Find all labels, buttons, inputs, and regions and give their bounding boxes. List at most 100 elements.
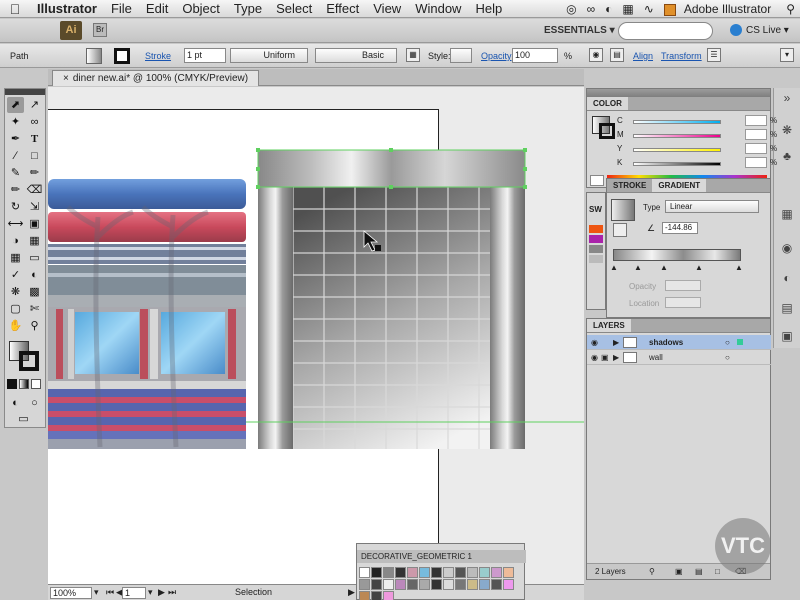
perspective-grid-tool-icon[interactable]: ▦ bbox=[26, 233, 43, 249]
color-stroke-proxy[interactable] bbox=[599, 123, 615, 139]
lasso-tool-icon[interactable]: ∞ bbox=[26, 114, 43, 130]
cyan-slider[interactable]: C% bbox=[617, 115, 777, 128]
menu-app[interactable]: Illustrator bbox=[30, 1, 104, 16]
close-tab-icon[interactable]: × bbox=[63, 73, 69, 84]
tab-gradient[interactable]: GRADIENT bbox=[652, 179, 707, 192]
target-circle-icon[interactable]: ○ bbox=[725, 350, 730, 365]
shape-builder-tool-icon[interactable]: ◑ bbox=[7, 233, 24, 249]
workspace-switcher[interactable]: ESSENTIALS ▾ bbox=[540, 22, 619, 40]
visibility-eye-icon[interactable]: ◉ bbox=[591, 335, 598, 350]
swatch[interactable] bbox=[383, 567, 394, 578]
control-panel-options-icon[interactable]: ▾ bbox=[780, 48, 794, 62]
swatch[interactable] bbox=[359, 579, 370, 590]
draw-normal-icon[interactable]: ◐ bbox=[7, 395, 24, 411]
yellow-slider[interactable]: Y% bbox=[617, 143, 777, 156]
expand-triangle-icon[interactable]: ▶ bbox=[613, 335, 619, 350]
transparency-panel-icon[interactable]: ◐ bbox=[779, 270, 795, 286]
style-options-icon[interactable]: ▦ bbox=[406, 48, 420, 62]
tab-color[interactable]: COLOR bbox=[587, 97, 628, 110]
zoom-field[interactable]: 100% bbox=[50, 587, 92, 599]
stop-opacity-field[interactable] bbox=[665, 280, 701, 291]
layer-name[interactable]: shadows bbox=[649, 335, 683, 350]
scale-tool-icon[interactable]: ⇲ bbox=[26, 199, 43, 215]
locate-object-icon[interactable]: ⚲ bbox=[649, 564, 655, 579]
brushes-panel-icon[interactable]: ❋ bbox=[779, 122, 795, 138]
stroke-color-icon[interactable] bbox=[19, 351, 39, 371]
variable-width-profile-dropdown[interactable]: Uniform bbox=[230, 48, 308, 63]
swatch[interactable] bbox=[431, 579, 442, 590]
panel-header[interactable] bbox=[587, 89, 770, 97]
opacity-panel-link[interactable]: Opacity bbox=[481, 51, 512, 61]
swatch[interactable] bbox=[455, 567, 466, 578]
tab-stroke[interactable]: STROKE bbox=[607, 179, 652, 192]
symbols-panel-icon[interactable]: ♣ bbox=[779, 148, 795, 164]
gradient-stop-icon[interactable]: ▲ bbox=[634, 263, 642, 272]
cs-live-button[interactable]: CS Live ▾ bbox=[730, 22, 789, 40]
slider-track[interactable] bbox=[633, 134, 721, 138]
blend-tool-icon[interactable]: ◐ bbox=[26, 267, 43, 283]
swatch[interactable] bbox=[371, 591, 382, 600]
swatch[interactable] bbox=[359, 567, 370, 578]
reverse-gradient-icon[interactable] bbox=[613, 223, 627, 237]
selected-art-indicator[interactable] bbox=[737, 339, 743, 345]
stroke-weight-field[interactable]: 1 pt bbox=[184, 48, 226, 63]
document-tab[interactable]: × diner new.ai* @ 100% (CMYK/Preview) bbox=[52, 70, 260, 86]
fill-swatch[interactable] bbox=[86, 48, 102, 64]
swatch[interactable] bbox=[443, 567, 454, 578]
gradient-stop-icon[interactable]: ▲ bbox=[735, 263, 743, 272]
direct-selection-tool-icon[interactable]: ↗ bbox=[26, 97, 43, 113]
paintbrush-tool-icon[interactable]: ✎ bbox=[7, 165, 24, 181]
stroke-panel-link[interactable]: Stroke bbox=[145, 51, 171, 61]
zoom-dropdown-icon[interactable]: ▾ bbox=[94, 587, 99, 599]
gradient-slider[interactable] bbox=[613, 249, 741, 261]
gradient-stop-icon[interactable]: ▲ bbox=[610, 263, 618, 272]
zoom-tool-icon[interactable]: ⚲ bbox=[26, 318, 43, 334]
gradient-stop-icon[interactable]: ▲ bbox=[695, 263, 703, 272]
channel-value-field[interactable] bbox=[745, 157, 767, 168]
graphic-style-dropdown[interactable] bbox=[450, 48, 472, 63]
spaces-icon[interactable]: ▦ bbox=[617, 2, 638, 16]
rotate-tool-icon[interactable]: ↻ bbox=[7, 199, 24, 215]
appearance-panel-icon[interactable]: ◉ bbox=[779, 240, 795, 256]
visibility-eye-icon[interactable]: ◉ bbox=[591, 350, 598, 365]
line-segment-tool-icon[interactable]: ∕ bbox=[7, 148, 24, 164]
transform-panel-link[interactable]: Transform bbox=[661, 51, 702, 61]
slider-track[interactable] bbox=[633, 120, 721, 124]
swatch[interactable] bbox=[589, 245, 603, 253]
swatch[interactable] bbox=[443, 579, 454, 590]
menu-edit[interactable]: Edit bbox=[139, 1, 175, 16]
selection-tool-icon[interactable]: ⬈ bbox=[7, 97, 24, 113]
slice-tool-icon[interactable]: ✄ bbox=[26, 301, 43, 317]
hand-tool-icon[interactable]: ✋ bbox=[7, 318, 24, 334]
mesh-tool-icon[interactable]: ▦ bbox=[7, 250, 24, 266]
channel-value-field[interactable] bbox=[745, 129, 767, 140]
free-transform-tool-icon[interactable]: ▣ bbox=[26, 216, 43, 232]
new-layer-icon[interactable]: □ bbox=[715, 564, 720, 579]
pen-tool-icon[interactable]: ✒ bbox=[7, 131, 24, 147]
slider-track[interactable] bbox=[633, 162, 721, 166]
stroke-swatch[interactable] bbox=[114, 48, 130, 64]
gradient-type-dropdown[interactable]: Linear bbox=[665, 200, 759, 213]
help-search-input[interactable] bbox=[618, 22, 713, 40]
magic-wand-tool-icon[interactable]: ✦ bbox=[7, 114, 24, 130]
pencil-tool-icon[interactable]: ✏ bbox=[26, 165, 43, 181]
tab-layers[interactable]: LAYERS bbox=[587, 319, 631, 332]
graphic-styles-panel-icon[interactable]: ▦ bbox=[779, 206, 795, 222]
slider-track[interactable] bbox=[633, 148, 721, 152]
none-color-swatch[interactable] bbox=[590, 175, 604, 186]
align-panel-icon[interactable]: ▤ bbox=[779, 300, 795, 316]
layer-row-shadows[interactable]: ◉ ▶ shadows ○ bbox=[587, 335, 771, 350]
column-graph-tool-icon[interactable]: ▩ bbox=[26, 284, 43, 300]
swatch[interactable] bbox=[419, 567, 430, 578]
eraser-tool-icon[interactable]: ⌫ bbox=[26, 182, 43, 198]
menu-object[interactable]: Object bbox=[175, 1, 227, 16]
swatch[interactable] bbox=[467, 579, 478, 590]
swatch[interactable] bbox=[395, 579, 406, 590]
stop-location-field[interactable] bbox=[665, 297, 701, 308]
last-artboard-icon[interactable]: ⏭ bbox=[168, 587, 176, 599]
recolor-artwork-icon[interactable]: ◉ bbox=[589, 48, 603, 62]
gradient-preview-swatch[interactable] bbox=[611, 199, 635, 221]
none-mode-icon[interactable] bbox=[31, 379, 41, 389]
draw-behind-icon[interactable]: ○ bbox=[26, 395, 43, 411]
artboard-tool-icon[interactable]: ▢ bbox=[7, 301, 24, 317]
